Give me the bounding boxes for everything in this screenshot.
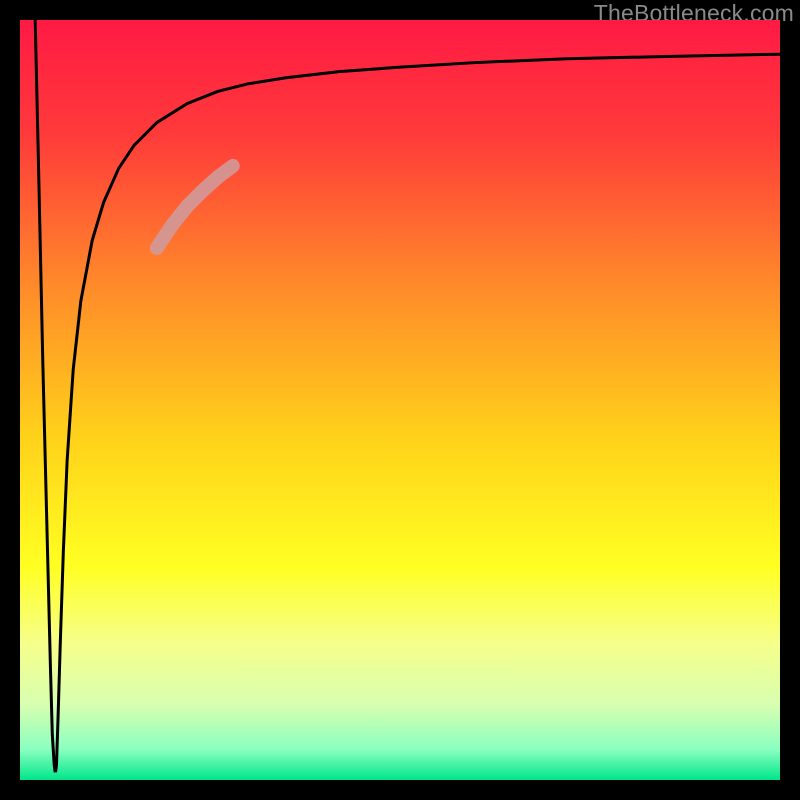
chart-svg (20, 20, 780, 780)
chart-frame: TheBottleneck.com (0, 0, 800, 800)
gradient-background (20, 20, 780, 780)
plot-area (20, 20, 780, 780)
